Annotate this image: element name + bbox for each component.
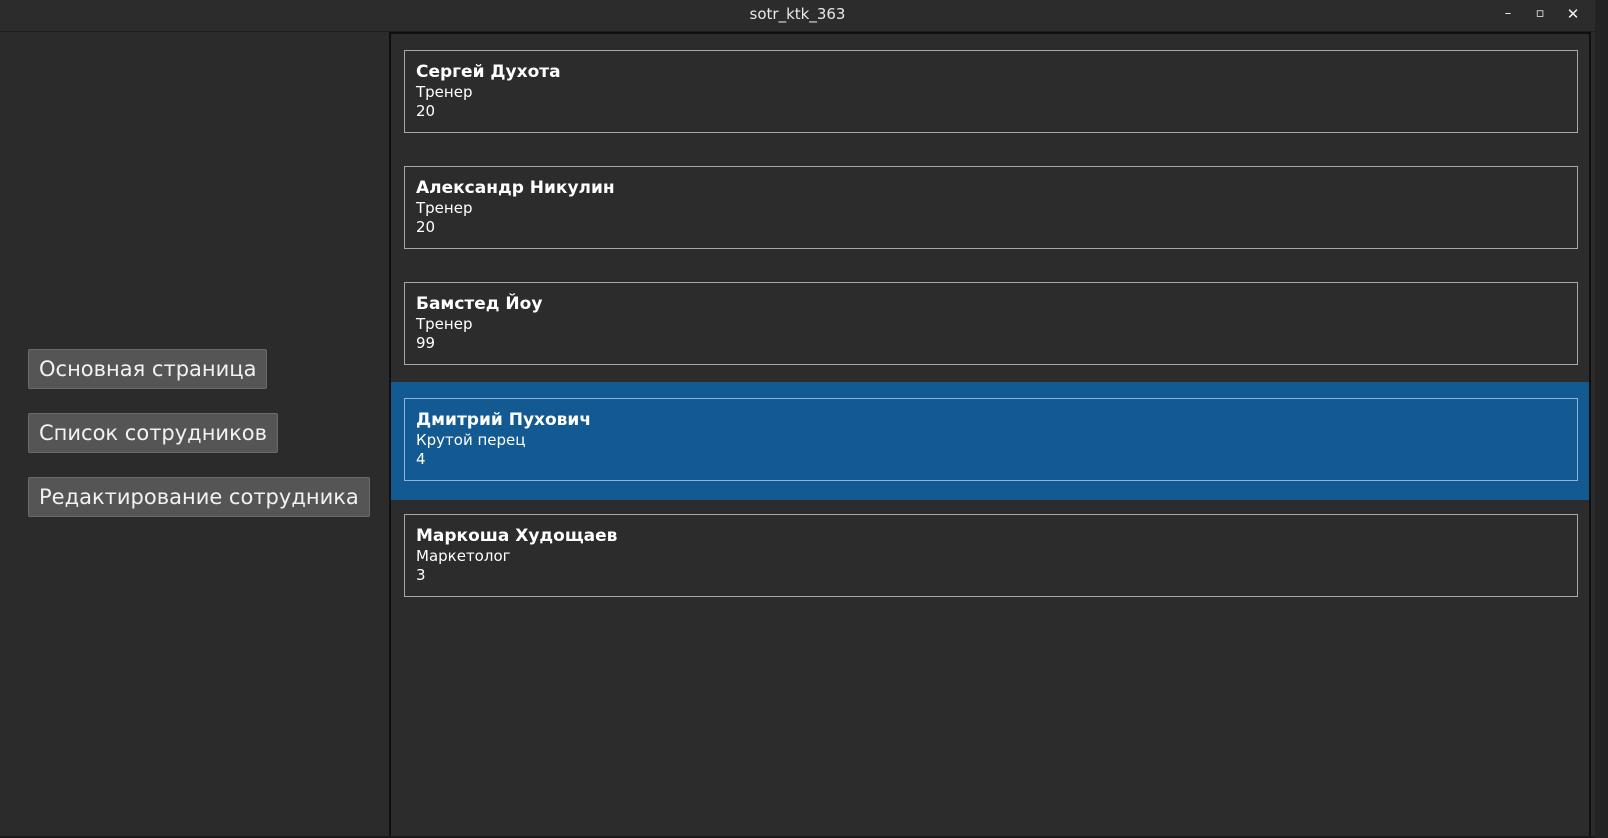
employee-role: Маркетолог (416, 547, 511, 565)
list-item-selected[interactable]: Дмитрий Пухович Крутой перец 4 (391, 382, 1589, 500)
employee-list-button[interactable]: Список сотрудников (28, 413, 278, 453)
employee-role: Тренер (416, 199, 473, 217)
edit-employee-button[interactable]: Редактирование сотрудника (28, 477, 370, 517)
employee-list[interactable]: Сергей Духота Тренер 20 Александр Никули… (389, 32, 1591, 838)
list-item[interactable]: Сергей Духота Тренер 20 (391, 34, 1589, 152)
main-page-button[interactable]: Основная страница (28, 349, 268, 389)
employee-card: Дмитрий Пухович Крутой перец 4 (404, 398, 1578, 481)
employee-card: Сергей Духота Тренер 20 (404, 50, 1578, 133)
maximize-button[interactable]: ▫ (1525, 0, 1555, 30)
list-item[interactable]: Александр Никулин Тренер 20 (391, 150, 1589, 268)
employee-card: Маркоша Худощаев Маркетолог 3 (404, 514, 1578, 597)
employee-name: Александр Никулин (416, 178, 615, 198)
employee-name: Сергей Духота (416, 62, 561, 82)
list-item[interactable]: Бамстед Йоу Тренер 99 (391, 266, 1589, 384)
employee-value: 3 (416, 566, 426, 584)
employee-role: Крутой перец (416, 431, 526, 449)
employee-value: 99 (416, 334, 436, 352)
close-button[interactable]: ✕ (1558, 0, 1588, 30)
app-window: sotr_ktk_363 – ▫ ✕ Основная страница Спи… (0, 0, 1608, 838)
minimize-button[interactable]: – (1493, 0, 1523, 30)
employee-name: Маркоша Худощаев (416, 526, 618, 546)
employee-value: 4 (416, 450, 426, 468)
employee-value: 20 (416, 218, 436, 236)
title-bar[interactable]: sotr_ktk_363 – ▫ ✕ (0, 0, 1595, 32)
employee-value: 20 (416, 102, 436, 120)
navigation-panel: Основная страница Список сотрудников Ред… (0, 32, 388, 838)
employee-card: Бамстед Йоу Тренер 99 (404, 282, 1578, 365)
list-item[interactable]: Маркоша Худощаев Маркетолог 3 (391, 498, 1589, 616)
employee-name: Дмитрий Пухович (416, 410, 592, 430)
employee-name: Бамстед Йоу (416, 294, 543, 314)
employee-role: Тренер (416, 83, 473, 101)
window-edge (1595, 0, 1608, 838)
employee-card: Александр Никулин Тренер 20 (404, 166, 1578, 249)
window-title: sotr_ktk_363 (749, 5, 846, 23)
employee-role: Тренер (416, 315, 473, 333)
